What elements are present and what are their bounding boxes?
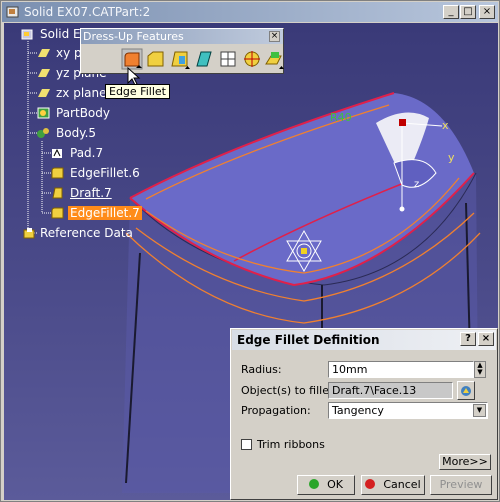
edgefillet-icon [51,167,64,179]
objects-label: Object(s) to fillet: [241,384,338,397]
tree-item-label: EdgeFillet.7 [68,206,142,220]
radius-spinner[interactable]: ▲ ▼ [474,361,486,378]
dialog-title-text: Edge Fillet Definition [237,333,380,347]
shell-icon[interactable] [193,48,215,70]
tree-item-label: EdgeFillet.6 [70,166,140,180]
reference-icon [23,228,35,239]
axis-y-label: y [448,151,455,164]
dress-up-toolbar: Dress-Up Features × [80,28,284,74]
axis-x-label: x [442,119,449,132]
cancel-icon [365,479,376,489]
radius-input[interactable]: 10mm [328,361,474,378]
help-button[interactable]: ? [460,332,476,346]
edge-fillet-dialog: Edge Fillet Definition ? × Radius: 10mm … [230,328,498,500]
window-title: Solid EX07.CATPart:2 [24,5,151,19]
draft-icon[interactable] [169,48,191,70]
tree-item-label: Draft.7 [70,186,112,200]
toolbar-close-button[interactable]: × [269,31,280,42]
cancel-label: Cancel [383,478,421,491]
tree-item-label: zx plane [56,86,107,100]
radius-annotation: R40 [330,111,352,124]
dialog-title[interactable]: Edge Fillet Definition [232,330,496,350]
trim-ribbons-label: Trim ribbons [257,438,325,451]
selector-icon [461,386,471,396]
draft-icon [52,187,63,199]
maximize-button[interactable]: □ [460,5,476,19]
pad-icon [52,148,62,158]
cancel-button[interactable]: Cancel [361,475,425,495]
tree-item-label: Pad.7 [70,146,104,160]
part-doc-icon [6,6,19,18]
propagation-value: Tangency [332,404,384,417]
thickness-icon[interactable] [217,48,239,70]
body-icon [37,128,49,138]
tree-item-label: PartBody [56,106,110,120]
plane-icon [38,69,50,77]
propagation-select[interactable]: Tangency ▼ [328,402,488,419]
spin-down-icon[interactable]: ▼ [475,369,485,376]
propagation-label: Propagation: [241,404,311,417]
toolbar-title[interactable]: Dress-Up Features [81,29,283,44]
catia-window: Solid EX07.CATPart:2 _ □ × x y z R40 Sol… [0,0,500,502]
tree-item-label: Body.5 [56,126,97,140]
close-button[interactable]: × [479,5,495,19]
thread-icon[interactable] [241,48,263,70]
edgefillet-icon [51,207,64,219]
objects-field[interactable]: Draft.7\Face.13 [328,382,453,399]
preview-button[interactable]: Preview [430,475,492,495]
tree-item-label: Reference Data [40,226,133,240]
plane-icon [38,89,50,97]
ok-icon [309,479,320,489]
partbody-icon [37,107,50,119]
plane-icon [38,49,50,57]
chamfer-icon[interactable] [145,48,167,70]
radius-label: Radius: [241,363,282,376]
more-button[interactable]: More>> [439,454,491,470]
remove-face-icon[interactable] [263,48,285,70]
trim-ribbons-checkbox[interactable] [241,439,252,450]
axis-z-label: z [414,179,419,190]
title-bar[interactable]: Solid EX07.CATPart:2 _ □ × [2,2,498,22]
dialog-close-button[interactable]: × [478,332,494,346]
edge-fillet-tooltip: Edge Fillet [105,84,170,99]
ok-label: OK [327,478,343,491]
part-icon [21,29,33,40]
minimize-button[interactable]: _ [443,5,459,19]
chevron-down-icon[interactable]: ▼ [473,404,486,417]
object-list-button[interactable] [457,381,475,400]
ok-button[interactable]: OK [297,475,355,495]
